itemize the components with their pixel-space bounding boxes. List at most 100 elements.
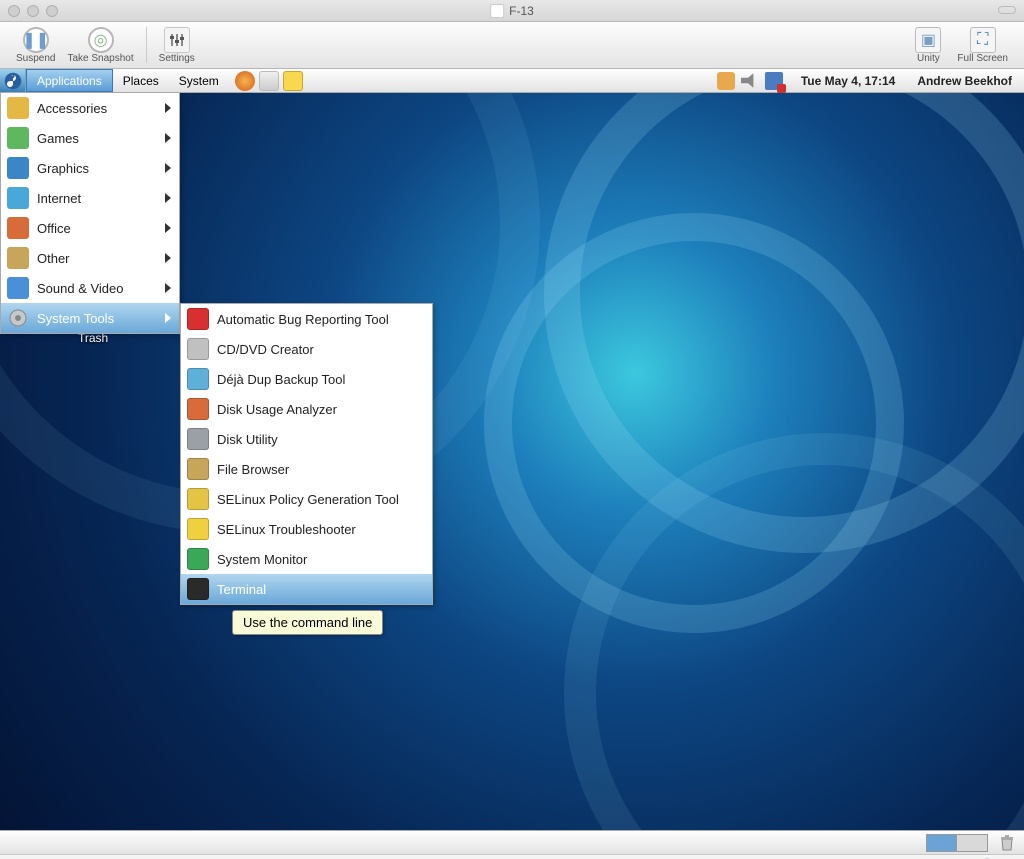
menu-item-label: Internet <box>37 191 81 206</box>
submenu-item-disk-utility[interactable]: Disk Utility <box>181 424 432 454</box>
file-browser-icon <box>187 458 209 480</box>
app-menu-item-accessories[interactable]: Accessories <box>1 93 179 123</box>
panel-launchers <box>229 69 309 92</box>
chevron-right-icon <box>165 193 171 203</box>
notes-icon[interactable] <box>283 71 303 91</box>
cd-dvd-creator-icon <box>187 338 209 360</box>
places-menu[interactable]: Places <box>113 69 169 92</box>
games-icon <box>7 127 29 149</box>
panel-tray <box>709 69 791 92</box>
accessories-icon <box>7 97 29 119</box>
fullscreen-button[interactable]: ⛶ Full Screen <box>951 25 1014 66</box>
update-icon[interactable] <box>717 72 735 90</box>
app-menu-item-graphics[interactable]: Graphics <box>1 153 179 183</box>
mail-icon[interactable] <box>259 71 279 91</box>
sound-video-icon <box>7 277 29 299</box>
submenu-item-label: Déjà Dup Backup Tool <box>217 372 345 387</box>
app-menu-item-sound-video[interactable]: Sound & Video <box>1 273 179 303</box>
mac-titlebar: F-13 <box>0 0 1024 22</box>
menu-item-label: Games <box>37 131 79 146</box>
submenu-item-selinux-troubleshooter[interactable]: SELinux Troubleshooter <box>181 514 432 544</box>
fullscreen-icon: ⛶ <box>970 27 996 53</box>
window-title-text: F-13 <box>509 4 534 18</box>
chevron-right-icon <box>165 103 171 113</box>
system-tools-submenu: Automatic Bug Reporting Tool CD/DVD Creat… <box>180 303 433 605</box>
terminal-icon <box>187 578 209 600</box>
app-menu-item-games[interactable]: Games <box>1 123 179 153</box>
menu-item-label: Sound & Video <box>37 281 124 296</box>
submenu-item-label: Automatic Bug Reporting Tool <box>217 312 389 327</box>
submenu-item-cd-dvd-creator[interactable]: CD/DVD Creator <box>181 334 432 364</box>
submenu-item-label: File Browser <box>217 462 289 477</box>
pause-icon: ❚❚ <box>23 27 49 53</box>
network-icon[interactable] <box>765 72 783 90</box>
chevron-right-icon <box>165 313 171 323</box>
panel-user[interactable]: Andrew Beekhof <box>905 69 1024 92</box>
submenu-item-label: SELinux Troubleshooter <box>217 522 356 537</box>
workspace-1[interactable] <box>927 835 957 851</box>
submenu-item-terminal[interactable]: Terminal <box>181 574 432 604</box>
fedora-logo[interactable] <box>0 69 26 92</box>
snapshot-button[interactable]: ◎ Take Snapshot <box>61 25 139 66</box>
submenu-item-label: Terminal <box>217 582 266 597</box>
zoom-btn[interactable] <box>46 5 58 17</box>
submenu-item-d-j-dup-backup-tool[interactable]: Déjà Dup Backup Tool <box>181 364 432 394</box>
submenu-item-disk-usage-analyzer[interactable]: Disk Usage Analyzer <box>181 394 432 424</box>
menu-item-label: System Tools <box>37 311 114 326</box>
chevron-right-icon <box>165 253 171 263</box>
menu-item-label: Office <box>37 221 71 236</box>
app-menu-item-internet[interactable]: Internet <box>1 183 179 213</box>
system-tools-icon <box>7 307 29 329</box>
titlebar-handle <box>998 6 1016 14</box>
gnome-top-panel: Applications Places System Tue May 4, 17… <box>0 69 1024 93</box>
unity-button[interactable]: ▣ Unity <box>909 25 947 66</box>
settings-button[interactable]: Settings <box>153 25 201 66</box>
window-title: F-13 <box>490 4 534 18</box>
submenu-item-label: System Monitor <box>217 552 307 567</box>
vmware-toolbar: ❚❚ Suspend ◎ Take Snapshot Settings ▣ Un… <box>0 22 1024 69</box>
internet-icon <box>7 187 29 209</box>
vmware-status-bar: VMware Tools is not installed. Choose th… <box>0 854 1024 859</box>
menu-item-label: Accessories <box>37 101 107 116</box>
system-menu[interactable]: System <box>169 69 229 92</box>
selinux-troubleshooter-icon <box>187 518 209 540</box>
submenu-item-label: CD/DVD Creator <box>217 342 314 357</box>
minimize-btn[interactable] <box>27 5 39 17</box>
toolbar-separator <box>146 27 147 63</box>
system-monitor-icon <box>187 548 209 570</box>
suspend-button[interactable]: ❚❚ Suspend <box>10 25 61 66</box>
submenu-item-system-monitor[interactable]: System Monitor <box>181 544 432 574</box>
office-icon <box>7 217 29 239</box>
workspace-2[interactable] <box>957 835 987 851</box>
chevron-right-icon <box>165 223 171 233</box>
app-menu-item-system-tools[interactable]: System Tools <box>1 303 179 333</box>
trash-applet[interactable] <box>996 832 1018 854</box>
submenu-item-automatic-bug-reporting-tool[interactable]: Automatic Bug Reporting Tool <box>181 304 432 334</box>
chevron-right-icon <box>165 163 171 173</box>
applications-menu[interactable]: Applications <box>26 69 113 92</box>
window-title-icon <box>490 4 504 18</box>
submenu-item-selinux-policy-generation-tool[interactable]: SELinux Policy Generation Tool <box>181 484 432 514</box>
submenu-item-label: Disk Utility <box>217 432 278 447</box>
other-icon <box>7 247 29 269</box>
firefox-icon[interactable] <box>235 71 255 91</box>
volume-icon[interactable] <box>741 72 759 90</box>
camera-icon: ◎ <box>88 27 114 53</box>
close-btn[interactable] <box>8 5 20 17</box>
window-controls <box>8 5 58 17</box>
applications-dropdown: Accessories Games Graphics Internet Office Ot… <box>0 93 180 334</box>
menu-item-label: Other <box>37 251 70 266</box>
menu-item-label: Graphics <box>37 161 89 176</box>
graphics-icon <box>7 157 29 179</box>
chevron-right-icon <box>165 133 171 143</box>
unity-icon: ▣ <box>915 27 941 53</box>
desktop[interactable]: Trash AccessoriesGamesGraphicsInternetOf… <box>0 93 1024 830</box>
gnome-bottom-panel <box>0 830 1024 854</box>
app-menu-item-other[interactable]: Other <box>1 243 179 273</box>
submenu-item-file-browser[interactable]: File Browser <box>181 454 432 484</box>
terminal-tooltip: Use the command line <box>232 610 383 635</box>
d-j-dup-backup-tool-icon <box>187 368 209 390</box>
app-menu-item-office[interactable]: Office <box>1 213 179 243</box>
panel-clock[interactable]: Tue May 4, 17:14 <box>791 69 906 92</box>
selinux-policy-generation-tool-icon <box>187 488 209 510</box>
